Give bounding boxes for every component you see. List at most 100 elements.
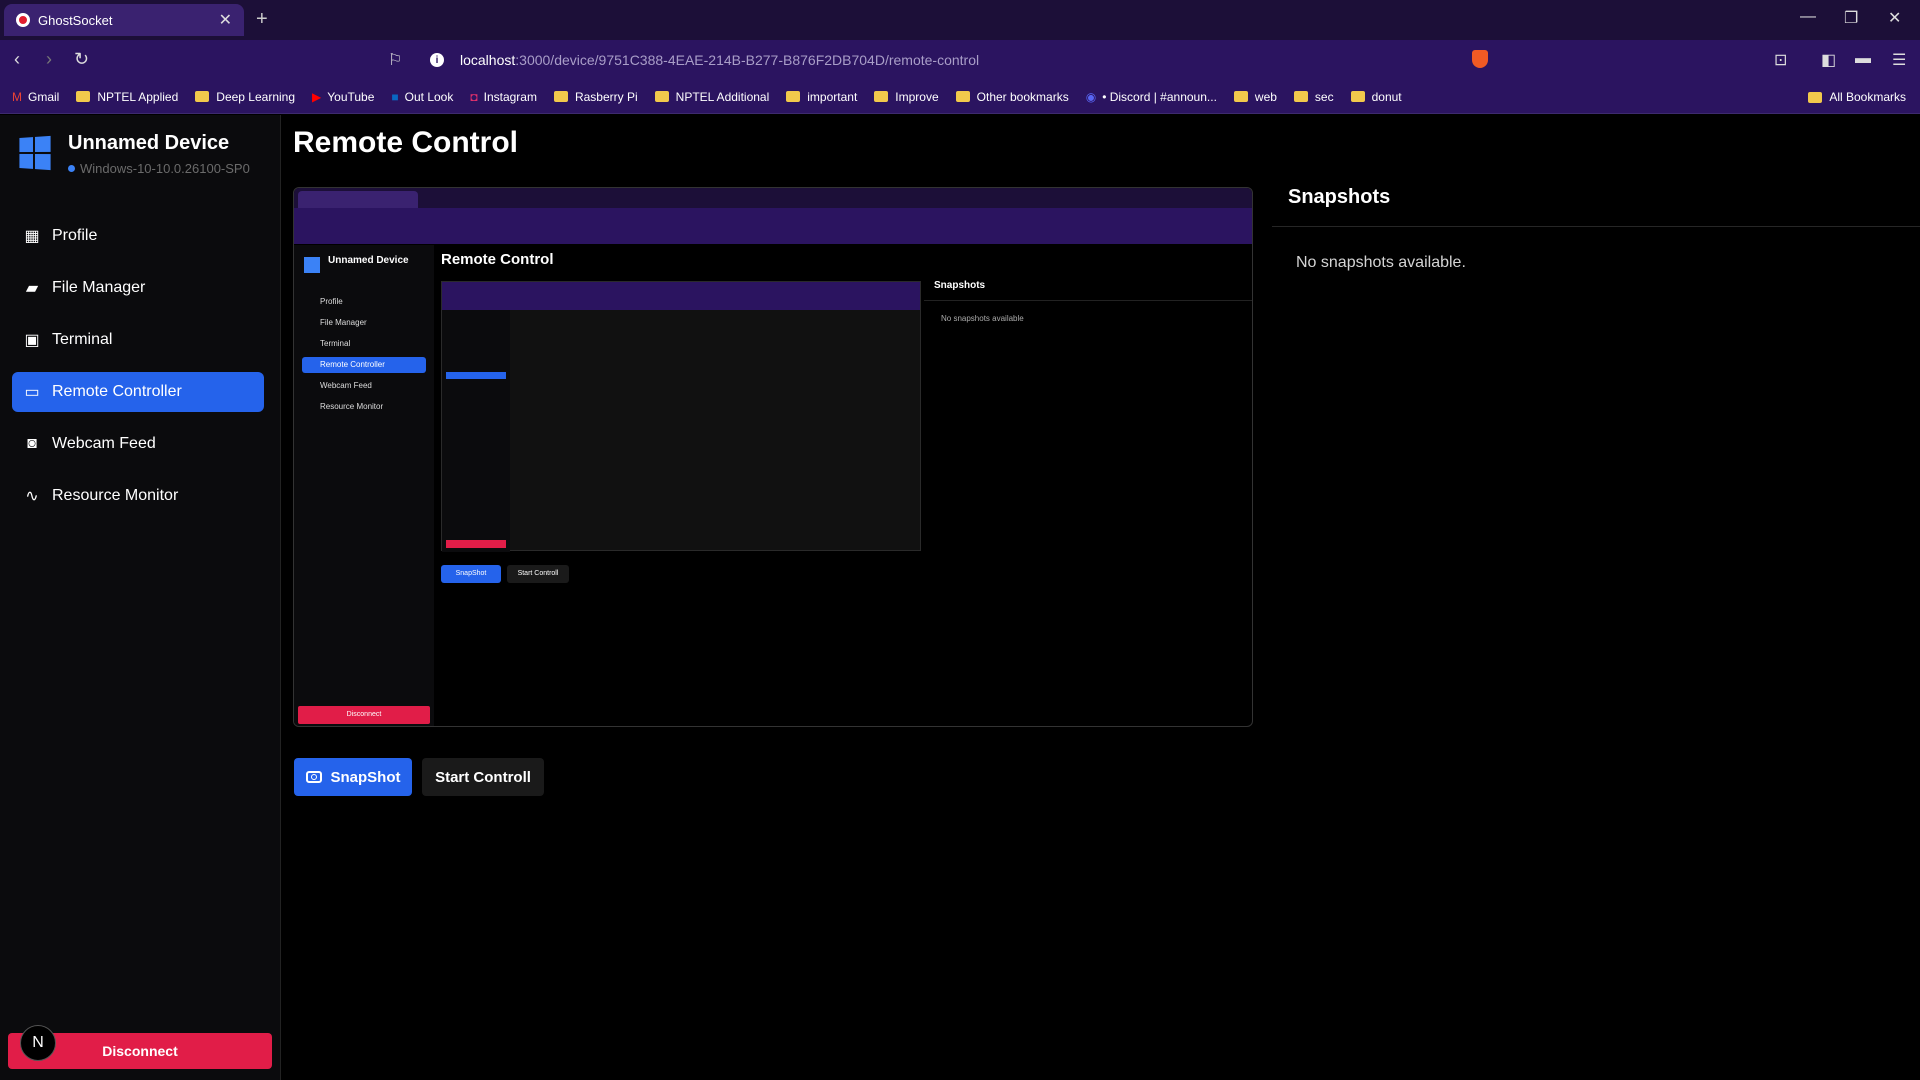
bookmark-nptel-applied[interactable]: NPTEL Applied <box>76 90 178 104</box>
snapshots-divider <box>1272 226 1920 227</box>
preview-empty-text: No snapshots available <box>941 314 1024 323</box>
bookmark-instagram[interactable]: ◘ Instagram <box>470 90 537 104</box>
brave-wallet-icon[interactable]: ▬ <box>1855 50 1871 68</box>
bookmarks-bar: M Gmail NPTEL Applied Deep Learning ▶ YouT… <box>0 80 1920 114</box>
brave-shield-icon[interactable] <box>1472 50 1488 68</box>
browser-tab-strip: GhostSocket ✕ + — ❐ ✕ <box>0 0 1920 40</box>
device-name: Unnamed Device <box>68 132 230 154</box>
preview-nested-screen <box>441 281 921 552</box>
nested-chrome <box>442 282 920 310</box>
sidebar-item-webcam-feed[interactable]: ◙ Webcam Feed <box>12 424 264 464</box>
bookmark-outlook[interactable]: ■ Out Look <box>391 90 453 104</box>
preview-nav-terminal: Terminal <box>320 339 351 348</box>
bookmark-deep-learning[interactable]: Deep Learning <box>195 90 295 104</box>
preview-nav-file-manager: File Manager <box>320 318 367 327</box>
screenshot-icon[interactable]: ⊡ <box>1774 50 1787 70</box>
bookmark-youtube[interactable]: ▶ YouTube <box>312 90 374 104</box>
sidebar-item-terminal[interactable]: ▣ Terminal <box>12 320 264 360</box>
preview-title: Remote Control <box>441 251 554 268</box>
remote-screen-preview[interactable]: Unnamed Device Profile File Manager Term… <box>293 187 1253 727</box>
tab-title: GhostSocket <box>38 12 113 28</box>
folder-icon <box>1233 91 1248 102</box>
sidebar-toggle-icon[interactable]: ◧ <box>1821 50 1836 70</box>
folder-icon <box>955 91 970 102</box>
avatar[interactable]: N <box>20 1025 56 1061</box>
control-actions: SnapShot Start Controll <box>294 758 544 796</box>
youtube-icon: ▶ <box>312 89 322 104</box>
profile-icon: ▦ <box>24 228 40 245</box>
windows-logo-icon <box>19 135 51 171</box>
bookmark-web[interactable]: web <box>1233 90 1277 104</box>
preview-nav-profile: Profile <box>320 297 343 306</box>
online-status-dot <box>68 165 75 172</box>
preview-nav-remote-controller: Remote Controller <box>302 357 426 373</box>
snapshots-empty-text: No snapshots available. <box>1296 254 1466 271</box>
bookmark-discord[interactable]: ◉ • Discord | #announ... <box>1086 90 1217 104</box>
folder-icon <box>76 91 91 102</box>
browser-toolbar: ‹ › ↻ ⚐ i localhost:3000/device/9751C388… <box>0 40 1920 80</box>
bookmark-important[interactable]: important <box>786 90 857 104</box>
folder-icon <box>786 91 801 102</box>
preview-disconnect: Disconnect <box>298 706 430 724</box>
bookmark-rasberry-pi[interactable]: Rasberry Pi <box>553 90 638 104</box>
preview-tab-strip <box>294 188 1252 208</box>
sidebar-nav: ▦ Profile ▰ File Manager ▣ Terminal ▭ Re… <box>12 216 264 528</box>
folder-icon <box>553 91 568 102</box>
folder-icon <box>195 91 210 102</box>
preview-nav-resource-monitor: Resource Monitor <box>320 402 384 411</box>
site-info-icon[interactable]: i <box>430 53 444 67</box>
device-os: Windows-10-10.0.26100-SP0 <box>68 161 250 176</box>
preview-snapshots-title: Snapshots <box>934 280 986 291</box>
folder-icon <box>874 91 889 102</box>
minimize-icon[interactable]: — <box>1800 8 1816 26</box>
preview-windows-logo-icon <box>304 257 320 273</box>
preview-device-name: Unnamed Device <box>328 255 409 266</box>
close-tab-icon[interactable]: ✕ <box>219 10 232 30</box>
bookmark-improve[interactable]: Improve <box>874 90 939 104</box>
preview-snapshot-button: SnapShot <box>441 565 501 583</box>
outlook-icon: ■ <box>391 89 399 104</box>
close-window-icon[interactable]: ✕ <box>1888 8 1901 28</box>
new-tab-icon[interactable]: + <box>256 8 268 31</box>
folder-icon <box>1293 91 1308 102</box>
preview-divider <box>924 300 1252 301</box>
bookmark-sec[interactable]: sec <box>1293 90 1334 104</box>
preview-bookmarks-bar <box>294 228 1252 244</box>
reload-icon[interactable]: ↻ <box>74 49 89 70</box>
restore-icon[interactable]: ❐ <box>1844 8 1858 28</box>
bookmark-donut[interactable]: donut <box>1350 90 1402 104</box>
all-bookmarks[interactable]: All Bookmarks <box>1808 90 1906 104</box>
sidebar-item-resource-monitor[interactable]: ∿ Resource Monitor <box>12 476 264 516</box>
terminal-icon: ▣ <box>24 332 40 349</box>
snapshots-title: Snapshots <box>1288 186 1391 208</box>
url-host: localhost <box>460 52 516 68</box>
preview-sidebar: Unnamed Device Profile File Manager Term… <box>294 245 434 726</box>
nested-active-item <box>446 372 506 379</box>
nested-sidebar <box>442 310 510 552</box>
address-bar[interactable]: i localhost:3000/device/9751C388-4EAE-21… <box>418 46 1498 74</box>
forward-icon[interactable]: › <box>46 49 52 70</box>
preview-tab <box>298 191 418 208</box>
folder-icon <box>1350 91 1365 102</box>
sidebar-item-remote-controller[interactable]: ▭ Remote Controller <box>12 372 264 412</box>
bookmark-other[interactable]: Other bookmarks <box>955 90 1069 104</box>
app-sidebar: Unnamed Device Windows-10-10.0.26100-SP0… <box>0 115 281 1080</box>
browser-tab[interactable]: GhostSocket ✕ <box>4 4 244 36</box>
url-path: :3000/device/9751C388-4EAE-214B-B277-B87… <box>515 52 980 68</box>
preview-nav-webcam-feed: Webcam Feed <box>320 381 372 390</box>
snapshot-button[interactable]: SnapShot <box>294 758 412 796</box>
bookmark-nptel-additional[interactable]: NPTEL Additional <box>654 90 769 104</box>
sidebar-item-file-manager[interactable]: ▰ File Manager <box>12 268 264 308</box>
page-title: Remote Control <box>293 126 518 159</box>
sidebar-item-profile[interactable]: ▦ Profile <box>12 216 264 256</box>
bookmark-gmail[interactable]: M Gmail <box>12 90 59 104</box>
folder-icon: ▰ <box>25 280 39 297</box>
folder-icon <box>654 91 669 102</box>
monitor-icon: ▭ <box>24 384 40 401</box>
nested-disconnect <box>446 540 506 548</box>
preview-start-button: Start Controll <box>507 565 569 583</box>
back-icon[interactable]: ‹ <box>14 49 20 70</box>
bookmark-page-icon[interactable]: ⚐ <box>388 50 402 70</box>
start-control-button[interactable]: Start Controll <box>422 758 544 796</box>
menu-icon[interactable]: ☰ <box>1892 50 1906 70</box>
